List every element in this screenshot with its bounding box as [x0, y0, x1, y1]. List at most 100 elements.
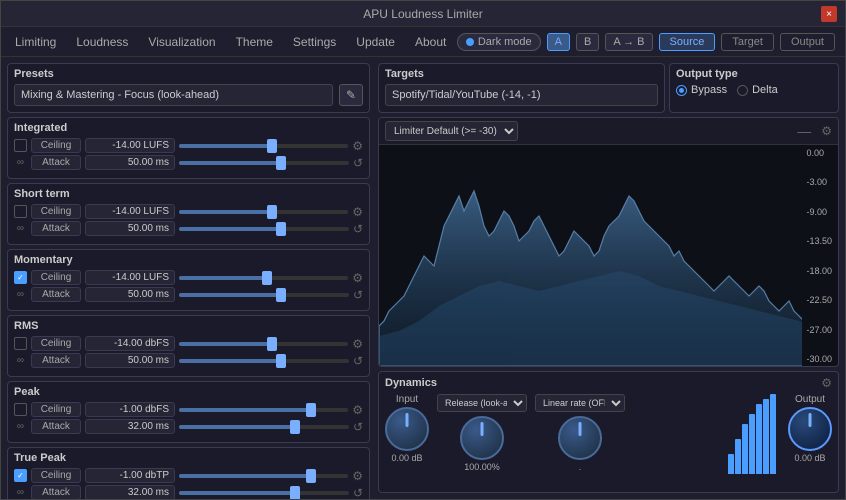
output-type-title: Output type: [676, 68, 832, 80]
visualizer-gear-button[interactable]: ⚙: [821, 124, 832, 138]
momentary-attack-reset[interactable]: ↺: [353, 288, 363, 302]
rms-ceiling-gear[interactable]: ⚙: [352, 337, 363, 351]
dynamics-input-knob[interactable]: [385, 407, 429, 451]
target-select[interactable]: Spotify/Tidal/YouTube (-14, -1): [385, 84, 658, 106]
integrated-ceiling-row: Ceiling -14.00 LUFS ⚙: [14, 138, 363, 153]
nav-about[interactable]: About: [405, 31, 456, 53]
integrated-ceiling-slider[interactable]: [179, 144, 348, 148]
integrated-checkbox[interactable]: [14, 139, 27, 152]
rms-attack-value: 50.00 ms: [85, 353, 175, 368]
dynamics-title: Dynamics: [385, 377, 821, 389]
db-scale-6: -27.00: [806, 325, 832, 335]
nav-theme[interactable]: Theme: [226, 31, 283, 53]
short-term-checkbox[interactable]: [14, 205, 27, 218]
dynamics-input-label: Input: [396, 394, 418, 405]
ab-a-button[interactable]: A: [547, 33, 570, 51]
nav-update[interactable]: Update: [346, 31, 405, 53]
radio-delta[interactable]: Delta: [737, 84, 778, 96]
momentary-ceiling-label: Ceiling: [31, 270, 81, 285]
title-bar: APU Loudness Limiter ×: [1, 1, 845, 27]
nav-limiting[interactable]: Limiting: [5, 31, 66, 53]
peak-attack-reset[interactable]: ↺: [353, 420, 363, 434]
momentary-attack-slider[interactable]: [179, 293, 349, 297]
momentary-checkbox[interactable]: [14, 271, 27, 284]
true-peak-attack-value: 32.00 ms: [85, 485, 175, 499]
momentary-title: Momentary: [14, 254, 363, 266]
rms-ceiling-row: Ceiling -14.00 dbFS ⚙: [14, 336, 363, 351]
radio-delta-label: Delta: [752, 84, 778, 96]
dynamics-linear-select[interactable]: Linear rate (OFF): [535, 394, 625, 412]
peak-checkbox[interactable]: [14, 403, 27, 416]
target-button[interactable]: Target: [721, 33, 774, 51]
rms-ceiling-slider[interactable]: [179, 342, 348, 346]
true-peak-link-icon: ∞: [14, 486, 27, 499]
integrated-attack-slider[interactable]: [179, 161, 349, 165]
true-peak-ceiling-gear[interactable]: ⚙: [352, 469, 363, 483]
radio-bypass-label: Bypass: [691, 84, 727, 96]
short-term-ceiling-slider[interactable]: [179, 210, 348, 214]
momentary-ceiling-gear[interactable]: ⚙: [352, 271, 363, 285]
visualizer-section: Limiter Default (>= -30) — ⚙: [378, 117, 839, 367]
preset-select[interactable]: Mixing & Mastering - Focus (look-ahead): [14, 84, 333, 106]
preset-edit-button[interactable]: ✎: [339, 84, 363, 106]
peak-ceiling-slider[interactable]: [179, 408, 348, 412]
peak-attack-slider[interactable]: [179, 425, 349, 429]
peak-ceiling-gear[interactable]: ⚙: [352, 403, 363, 417]
dynamics-release-knob[interactable]: [460, 416, 504, 460]
ab-b-button[interactable]: B: [576, 33, 599, 51]
visualizer-select[interactable]: Limiter Default (>= -30): [385, 121, 518, 141]
dynamics-release-col: Release (look-ahead) 100.00%: [437, 394, 527, 472]
rms-attack-label: Attack: [31, 353, 81, 368]
dynamics-release-pct: 100.00%: [464, 462, 500, 472]
radio-bypass[interactable]: Bypass: [676, 84, 727, 96]
dark-mode-label: Dark mode: [478, 36, 532, 48]
integrated-ceiling-gear[interactable]: ⚙: [352, 139, 363, 153]
close-button[interactable]: ×: [821, 6, 837, 22]
short-term-attack-slider[interactable]: [179, 227, 349, 231]
peak-attack-value: 32.00 ms: [85, 419, 175, 434]
db-scale-3: -13.50: [806, 236, 832, 246]
dynamics-output-knob[interactable]: [788, 407, 832, 451]
output-button[interactable]: Output: [780, 33, 835, 51]
true-peak-ceiling-slider[interactable]: [179, 474, 348, 478]
short-term-ceiling-gear[interactable]: ⚙: [352, 205, 363, 219]
dynamics-linear-dot: .: [579, 462, 582, 472]
source-button[interactable]: Source: [659, 33, 716, 51]
dark-mode-toggle[interactable]: Dark mode: [457, 33, 541, 51]
nav-loudness[interactable]: Loudness: [66, 31, 138, 53]
nav-settings[interactable]: Settings: [283, 31, 346, 53]
dynamics-release-select[interactable]: Release (look-ahead): [437, 394, 527, 412]
peak-title: Peak: [14, 386, 363, 398]
momentary-attack-value: 50.00 ms: [85, 287, 175, 302]
ab-arrow-button[interactable]: A → B: [605, 33, 652, 51]
true-peak-attack-label: Attack: [31, 485, 81, 499]
dynamics-section: Dynamics ⚙ Input 0.00 dB Release (look-a…: [378, 371, 839, 493]
peak-attack-row: ∞ Attack 32.00 ms ↺: [14, 419, 363, 434]
rms-checkbox[interactable]: [14, 337, 27, 350]
true-peak-ceiling-row: Ceiling -1.00 dbTP ⚙: [14, 468, 363, 483]
dynamics-gear-button[interactable]: ⚙: [821, 376, 832, 390]
nav-visualization[interactable]: Visualization: [138, 31, 225, 53]
integrated-attack-row: ∞ Attack 50.00 ms ↺: [14, 155, 363, 170]
rms-attack-reset[interactable]: ↺: [353, 354, 363, 368]
peak-link-icon: ∞: [14, 420, 27, 433]
output-type-section: Output type Bypass Delta: [669, 63, 839, 113]
short-term-title: Short term: [14, 188, 363, 200]
rms-attack-slider[interactable]: [179, 359, 349, 363]
momentary-ceiling-slider[interactable]: [179, 276, 348, 280]
short-term-attack-row: ∞ Attack 50.00 ms ↺: [14, 221, 363, 236]
short-term-section: Short term Ceiling -14.00 LUFS ⚙ ∞ Attac…: [7, 183, 370, 245]
dynamics-input-col: Input 0.00 dB: [385, 394, 429, 463]
integrated-attack-reset[interactable]: ↺: [353, 156, 363, 170]
short-term-attack-reset[interactable]: ↺: [353, 222, 363, 236]
visualizer-minus-button[interactable]: —: [797, 123, 811, 139]
true-peak-attack-row: ∞ Attack 32.00 ms ↺: [14, 485, 363, 499]
dynamics-linear-knob[interactable]: [558, 416, 602, 460]
nav-bar: Limiting Loudness Visualization Theme Se…: [1, 27, 845, 57]
rms-section: RMS Ceiling -14.00 dbFS ⚙ ∞ Attack 50.00…: [7, 315, 370, 377]
true-peak-attack-slider[interactable]: [179, 491, 349, 495]
momentary-ceiling-value: -14.00 LUFS: [85, 270, 175, 285]
true-peak-checkbox[interactable]: [14, 469, 27, 482]
true-peak-attack-reset[interactable]: ↺: [353, 486, 363, 500]
db-scale-1: -3.00: [806, 177, 832, 187]
